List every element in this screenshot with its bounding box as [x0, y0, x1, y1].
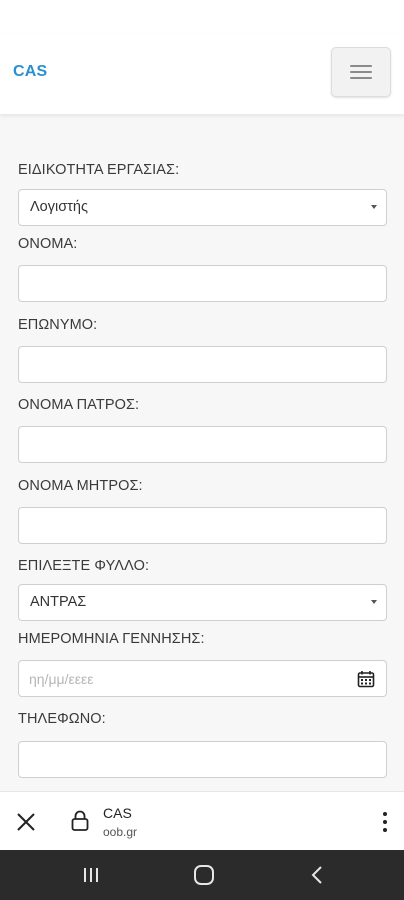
home-icon[interactable]: [191, 862, 217, 888]
mother-name-label: ΟΝΟΜΑ ΜΗΤΡΟΣ:: [18, 478, 143, 494]
gender-label: ΕΠΙΛΕΞΤΕ ΦΥΛΛΟ:: [18, 558, 150, 574]
last-name-input[interactable]: [18, 346, 387, 383]
specialty-value: Λογιστής: [30, 199, 88, 215]
more-vert-icon[interactable]: [375, 810, 395, 834]
birth-date-placeholder: ηη/μμ/εεεε: [29, 671, 94, 687]
birth-date-label: ΗΜΕΡΟΜΗΝΙΑ ΓΕΝΝΗΣΗΣ:: [18, 631, 205, 647]
tab-site-title: CAS: [103, 805, 132, 821]
recents-icon[interactable]: [78, 862, 104, 888]
brand-logo[interactable]: CAS: [13, 63, 47, 81]
hamburger-icon: [350, 61, 372, 83]
first-name-label: ΟΝΟΜΑ:: [18, 236, 78, 252]
system-navigation-bar: [0, 850, 404, 900]
dropdown-arrow-icon: [371, 205, 377, 209]
status-bar: [0, 0, 404, 34]
calendar-icon[interactable]: [357, 670, 375, 688]
phone-label: ΤΗΛΕΦΩΝΟ:: [18, 711, 106, 727]
father-name-label: ΟΝΟΜΑ ΠΑΤΡΟΣ:: [18, 397, 140, 413]
last-name-label: ΕΠΩΝΥΜΟ:: [18, 317, 98, 333]
phone-input[interactable]: [18, 741, 387, 778]
close-icon[interactable]: [15, 811, 37, 833]
specialty-select[interactable]: Λογιστής: [18, 189, 387, 226]
gender-value: ΑΝΤΡΑΣ: [30, 594, 87, 610]
top-navbar: CAS: [0, 34, 404, 114]
mother-name-input[interactable]: [18, 507, 387, 544]
birth-date-input[interactable]: ηη/μμ/εεεε: [18, 660, 387, 697]
registration-form: ΕΙΔΙΚΟΤΗΤΑ ΕΡΓΑΣΙΑΣ: Λογιστής ΟΝΟΜΑ: ΕΠΩ…: [0, 114, 404, 791]
tab-site-url: oob.gr: [103, 825, 138, 839]
lock-icon[interactable]: [70, 809, 90, 833]
first-name-input[interactable]: [18, 265, 387, 302]
custom-tab-toolbar: CAS oob.gr: [0, 791, 404, 850]
menu-toggle-button[interactable]: [331, 47, 391, 97]
father-name-input[interactable]: [18, 426, 387, 463]
dropdown-arrow-icon: [371, 600, 377, 604]
gender-select[interactable]: ΑΝΤΡΑΣ: [18, 584, 387, 621]
specialty-label: ΕΙΔΙΚΟΤΗΤΑ ΕΡΓΑΣΙΑΣ:: [18, 162, 180, 178]
back-icon[interactable]: [305, 862, 331, 888]
